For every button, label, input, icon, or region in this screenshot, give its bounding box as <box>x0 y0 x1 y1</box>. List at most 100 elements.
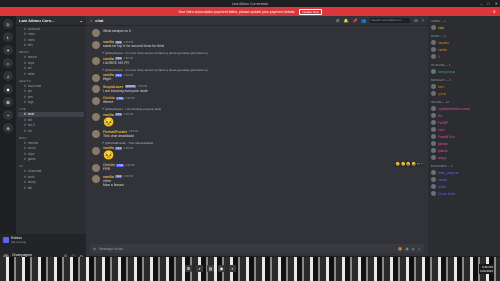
pin-icon[interactable]: 📌 <box>352 18 357 23</box>
reaction-button[interactable]: 😀 <box>412 162 416 166</box>
server-icon[interactable]: ◆ <box>3 84 13 94</box>
server-icon[interactable]: ⊕ <box>3 123 13 133</box>
sticker-icon[interactable]: ◈ <box>412 247 415 251</box>
reaction-button[interactable]: 🙂 <box>401 162 405 166</box>
message-body: vanilla Mod 4:36 PM stank for top fr for se… <box>103 40 422 49</box>
server-icon[interactable]: ♫ <box>3 71 13 81</box>
member-name: vayt <box>438 25 444 30</box>
search-input[interactable]: Search Lani Aitiaru Co... <box>370 18 411 23</box>
member-name: PanelB Sun <box>438 134 455 139</box>
member-item[interactable]: Y <box>428 53 500 60</box>
server-header[interactable]: Lani Aitiaru Corn... ⌄ <box>16 16 86 26</box>
avatar[interactable] <box>92 175 100 183</box>
reaction-button[interactable]: 😂 <box>406 162 410 166</box>
message-author[interactable]: StupidLaser <box>103 85 123 89</box>
server-icon[interactable]: L <box>3 32 13 42</box>
search-icon[interactable]: ⌕ <box>196 265 203 272</box>
channel-item[interactable]: # tools <box>18 174 84 180</box>
start-icon[interactable]: ⊞ <box>185 265 192 272</box>
member-item[interactable]: Iinfar_jasspxer <box>428 169 500 176</box>
channel-item[interactable]: # bot <box>18 117 84 123</box>
close-icon[interactable]: ✕ <box>495 1 498 6</box>
server-icon[interactable]: + <box>3 110 13 120</box>
avatar[interactable] <box>92 113 100 121</box>
folder-icon[interactable]: ▤ <box>207 265 214 272</box>
role-badge: LIVE <box>116 163 124 167</box>
maximize-icon[interactable]: □ <box>487 1 489 6</box>
member-item[interactable]: Ha <box>428 112 500 119</box>
server-icon[interactable]: D <box>3 19 13 29</box>
message-author[interactable]: vanilla <box>103 57 114 61</box>
message-author[interactable]: FireballFunder <box>103 130 127 134</box>
avatar[interactable] <box>92 85 100 93</box>
avatar[interactable] <box>92 146 100 155</box>
member-item[interactable]: jxlelle <box>428 183 500 190</box>
channel-item[interactable]: # clips <box>18 60 84 66</box>
avatar <box>431 106 436 111</box>
channel-item[interactable]: # clips <box>18 151 84 157</box>
help-icon[interactable]: ? <box>422 18 424 23</box>
reaction-button[interactable]: ↩ <box>417 162 420 166</box>
member-item[interactable]: vanilla <box>428 176 500 183</box>
member-item[interactable]: pdarsh <box>428 147 500 154</box>
server-icon[interactable]: ☼ <box>3 58 13 68</box>
channel-item[interactable]: # welcome <box>18 26 84 32</box>
emoji-icon[interactable]: ☺ <box>417 247 421 251</box>
update-now-button[interactable]: Update Now <box>299 8 322 15</box>
member-name: jxlelle <box>438 184 446 189</box>
server-icon[interactable]: ✪ <box>3 97 13 107</box>
plus-icon[interactable]: ⊕ <box>93 247 96 251</box>
browser-icon[interactable]: ◉ <box>218 265 225 272</box>
channel-item[interactable]: # mod-chat <box>18 83 84 89</box>
member-category: IN HOUSE — 1 <box>431 63 451 67</box>
member-item[interactable]: PanelB Sun <box>428 133 500 140</box>
reaction-button[interactable]: ⋯ <box>421 162 425 166</box>
message-input[interactable]: Message #chat <box>99 247 123 251</box>
avatar[interactable] <box>92 57 100 65</box>
member-item[interactable]: vayt <box>428 24 500 31</box>
member-item[interactable]: royalfairwolfsies owner <box>428 105 500 112</box>
member-name: kan1 <box>438 127 445 132</box>
gift-icon[interactable]: 🎁 <box>398 247 402 251</box>
channel-category[interactable]: VC <box>16 162 86 169</box>
bell-icon[interactable]: 🔔 <box>343 18 348 23</box>
member-item[interactable]: vanilla <box>428 46 500 53</box>
inbox-icon[interactable]: ✉ <box>414 18 417 23</box>
channel-item[interactable]: # roles <box>18 37 84 43</box>
message-text: This chat deaddddd <box>103 133 134 138</box>
member-item[interactable]: jakelyn <box>428 140 500 147</box>
member-item[interactable]: Chuck Nullo <box>428 190 500 197</box>
message-author[interactable]: vanilla <box>103 113 114 117</box>
avatar[interactable] <box>92 29 100 37</box>
member-item[interactable]: lunalino <box>428 39 500 46</box>
timestamp: 4:36 PM <box>123 146 134 150</box>
member-item[interactable]: flamgonzalo <box>428 68 500 75</box>
server-icon[interactable]: ✦ <box>3 45 13 55</box>
member-item[interactable]: FxNBP <box>428 119 500 126</box>
message-author[interactable]: vanilla <box>103 175 114 179</box>
dismiss-icon[interactable]: ✕ <box>493 9 496 14</box>
channel-category[interactable]: MEDIA <box>16 48 86 55</box>
member-item[interactable]: yotsie <box>428 90 500 97</box>
gif-icon[interactable]: ▣ <box>405 247 408 251</box>
threads-icon[interactable]: ⊞ <box>336 18 339 23</box>
avatar[interactable] <box>92 130 100 138</box>
member-item[interactable]: kan1 <box>428 83 500 90</box>
member-item[interactable]: kan1 <box>428 126 500 133</box>
channel-item[interactable]: # yes <box>18 94 84 100</box>
reaction-button[interactable]: 😢 <box>396 162 400 166</box>
member-item[interactable]: auspy <box>428 154 500 161</box>
channel-item[interactable]: # memes <box>18 140 84 146</box>
channel-category[interactable]: LIVE <box>16 105 86 112</box>
message-composer[interactable]: ⊕ Message #chat 🎁 ▣ ◈ ☺ <box>90 244 424 253</box>
avatar[interactable] <box>92 73 100 82</box>
banner-message: Your Nitro subscription payment failed, … <box>178 9 296 14</box>
member-name: lunalino <box>438 40 449 45</box>
members-icon[interactable]: 👥 <box>361 18 366 23</box>
discord-icon[interactable]: ◐ <box>229 265 236 272</box>
avatar[interactable] <box>92 163 100 172</box>
avatar[interactable] <box>92 40 100 49</box>
channel-item[interactable]: # afk <box>18 185 84 191</box>
avatar[interactable] <box>92 96 100 105</box>
minimize-icon[interactable]: – <box>480 1 482 6</box>
